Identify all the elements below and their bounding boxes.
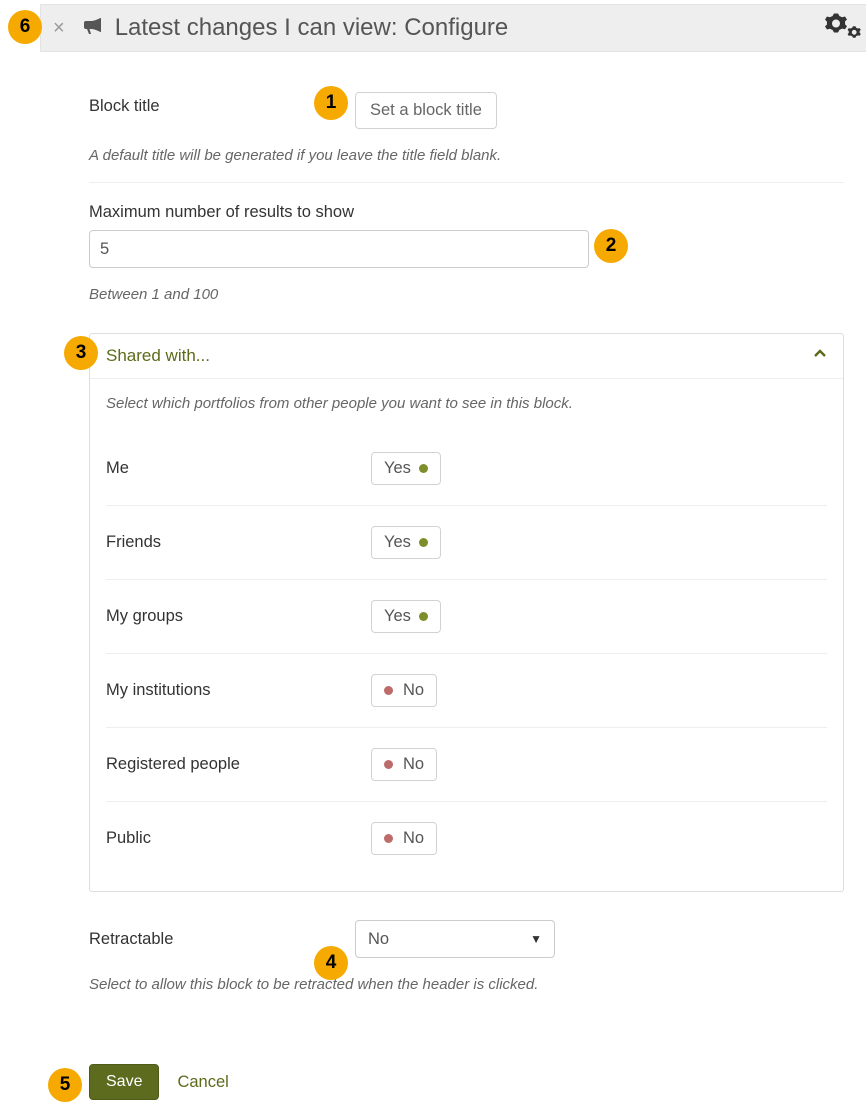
toggle-text: Yes (384, 533, 411, 552)
shared-option-row: My groups Yes (106, 579, 827, 653)
retractable-row: Retractable No ▼ (89, 920, 844, 958)
shared-option-label: Friends (106, 533, 371, 552)
toggle-text: No (403, 681, 424, 700)
shared-option-toggle[interactable]: No (371, 822, 437, 855)
annotation-badge-5: 5 (48, 1068, 82, 1102)
retractable-hint: Select to allow this block to be retract… (89, 976, 844, 993)
max-results-hint: Between 1 and 100 (89, 286, 844, 303)
block-title-row: Block title Set a block title (89, 92, 844, 129)
shared-option-toggle[interactable]: No (371, 748, 437, 781)
shared-with-title: Shared with... (106, 346, 210, 366)
shared-option-label: My groups (106, 607, 371, 626)
shared-option-row: Registered people No (106, 727, 827, 801)
shared-option-row: My institutions No (106, 653, 827, 727)
actions-row: Save Cancel (89, 1064, 229, 1100)
gear-icon[interactable] (824, 11, 862, 46)
chevron-up-icon (813, 347, 827, 366)
save-button[interactable]: Save (89, 1064, 159, 1100)
shared-option-label: Public (106, 829, 371, 848)
shared-option-toggle[interactable]: Yes (371, 526, 441, 559)
shared-with-panel: Shared with... Select which portfolios f… (89, 333, 844, 892)
annotation-badge-3: 3 (64, 336, 98, 370)
annotation-badge-1: 1 (314, 86, 348, 120)
dialog-title: Latest changes I can view: Configure (81, 13, 509, 44)
toggle-text: Yes (384, 459, 411, 478)
max-results-input[interactable] (89, 230, 589, 268)
status-dot-on-icon (419, 612, 428, 621)
caret-down-icon: ▼ (530, 932, 542, 946)
set-block-title-button[interactable]: Set a block title (355, 92, 497, 129)
annotation-badge-2: 2 (594, 229, 628, 263)
shared-option-label: Me (106, 459, 371, 478)
shared-option-label: Registered people (106, 755, 371, 774)
annotation-badge-4: 4 (314, 946, 348, 980)
shared-option-toggle[interactable]: Yes (371, 600, 441, 633)
status-dot-on-icon (419, 538, 428, 547)
cancel-link[interactable]: Cancel (177, 1073, 228, 1092)
shared-option-label: My institutions (106, 681, 371, 700)
retractable-label: Retractable (89, 930, 355, 949)
retractable-value: No (368, 930, 389, 949)
bullhorn-icon (81, 13, 105, 44)
divider (89, 182, 844, 183)
status-dot-off-icon (384, 686, 393, 695)
shared-option-toggle[interactable]: Yes (371, 452, 441, 485)
block-title-hint: A default title will be generated if you… (89, 147, 844, 164)
close-icon[interactable]: × (53, 18, 65, 38)
dialog-title-text: Latest changes I can view: Configure (115, 14, 509, 42)
status-dot-on-icon (419, 464, 428, 473)
status-dot-off-icon (384, 834, 393, 843)
shared-option-toggle[interactable]: No (371, 674, 437, 707)
shared-with-header[interactable]: Shared with... (90, 334, 843, 378)
shared-with-hint: Select which portfolios from other peopl… (106, 395, 827, 412)
toggle-text: No (403, 755, 424, 774)
max-results-label: Maximum number of results to show (89, 203, 844, 222)
annotation-badge-6: 6 (8, 10, 42, 44)
shared-options-list: Me Yes Friends Yes My groups Yes My institutio… (106, 426, 827, 875)
status-dot-off-icon (384, 760, 393, 769)
retractable-select[interactable]: No ▼ (355, 920, 555, 958)
shared-option-row: Me Yes (106, 426, 827, 505)
toggle-text: No (403, 829, 424, 848)
shared-option-row: Friends Yes (106, 505, 827, 579)
dialog-header: × Latest changes I can view: Configure (40, 4, 866, 52)
shared-option-row: Public No (106, 801, 827, 875)
toggle-text: Yes (384, 607, 411, 626)
